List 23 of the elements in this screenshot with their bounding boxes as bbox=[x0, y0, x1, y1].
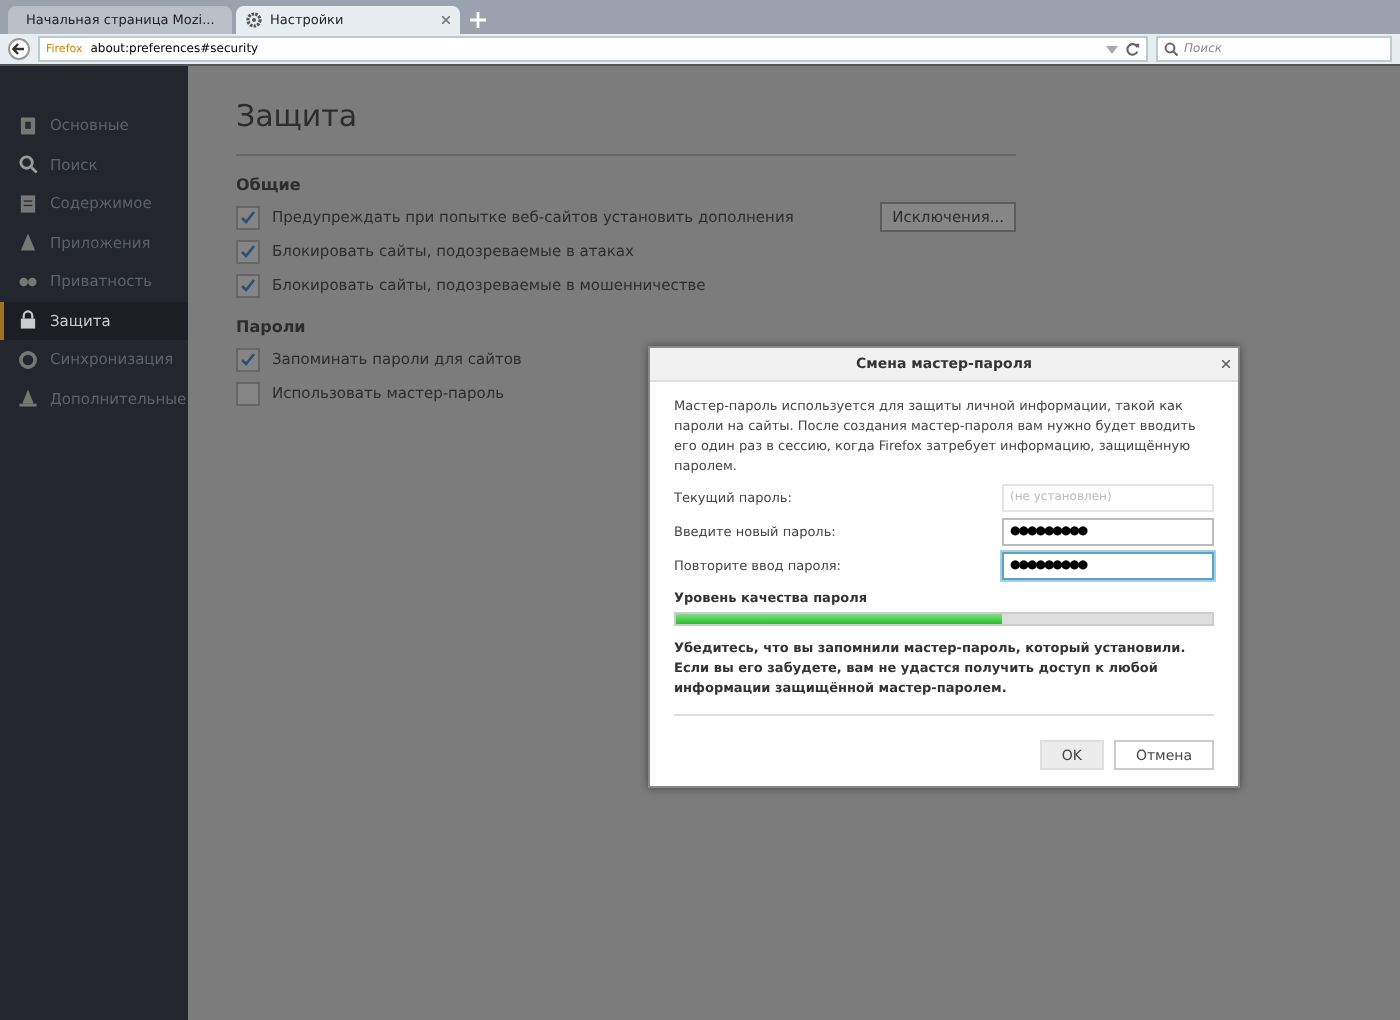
search-icon bbox=[18, 154, 38, 175]
section-heading: Пароли bbox=[236, 318, 308, 336]
general-icon bbox=[18, 115, 38, 136]
content-icon bbox=[18, 193, 38, 214]
search-icon bbox=[1164, 42, 1178, 56]
advanced-icon bbox=[18, 388, 38, 409]
security-icon bbox=[18, 310, 38, 331]
close-icon[interactable] bbox=[1222, 360, 1230, 368]
apps-icon bbox=[18, 232, 38, 253]
dropdown-icon[interactable] bbox=[1106, 45, 1118, 53]
page-title: Защита bbox=[236, 98, 1016, 156]
section-heading: Общие bbox=[236, 176, 303, 194]
checkbox[interactable] bbox=[236, 347, 260, 371]
new-tab-icon[interactable] bbox=[470, 12, 486, 28]
checkbox[interactable] bbox=[236, 381, 260, 405]
sync-icon bbox=[18, 349, 38, 370]
gear-icon bbox=[246, 12, 262, 28]
checkbox[interactable] bbox=[236, 239, 260, 263]
checkbox[interactable] bbox=[236, 273, 260, 297]
back-icon[interactable] bbox=[8, 38, 30, 60]
close-icon[interactable] bbox=[442, 16, 450, 24]
reload-icon[interactable] bbox=[1126, 42, 1140, 56]
checkbox[interactable] bbox=[236, 205, 260, 229]
